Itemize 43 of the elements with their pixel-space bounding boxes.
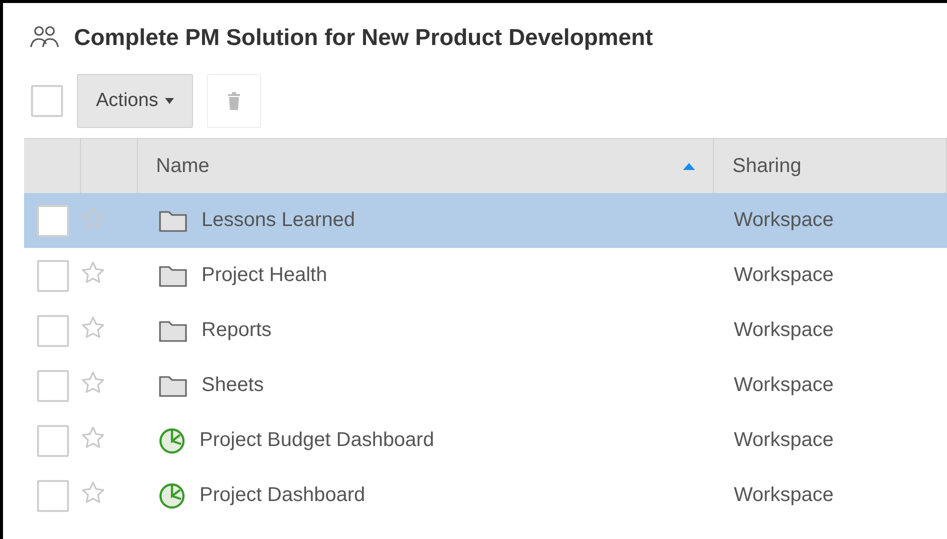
item-name[interactable]: Sheets — [202, 374, 264, 397]
star-icon[interactable] — [80, 316, 104, 340]
sharing-cell: Workspace — [734, 429, 834, 451]
item-name[interactable]: Reports — [202, 319, 272, 342]
table-row[interactable]: Project Dashboard Workspace — [24, 468, 946, 523]
item-name[interactable]: Project Health — [202, 264, 328, 287]
folder-icon — [158, 374, 188, 398]
star-icon[interactable] — [80, 426, 104, 450]
item-name[interactable]: Project Dashboard — [200, 484, 366, 507]
star-icon[interactable] — [80, 370, 104, 394]
star-icon[interactable] — [80, 206, 104, 230]
sharing-cell: Workspace — [734, 484, 834, 506]
workspace-title: Complete PM Solution for New Product Development — [74, 24, 653, 50]
table-row[interactable]: Project Budget Dashboard Workspace — [24, 413, 946, 468]
row-checkbox[interactable] — [37, 260, 69, 292]
actions-button[interactable]: Actions — [77, 74, 194, 128]
item-name[interactable]: Lessons Learned — [202, 209, 355, 232]
item-name[interactable]: Project Budget Dashboard — [200, 429, 434, 452]
select-all-checkbox[interactable] — [31, 85, 63, 117]
star-icon[interactable] — [80, 260, 104, 284]
row-checkbox[interactable] — [37, 370, 69, 402]
sharing-cell: Workspace — [734, 374, 834, 396]
table-row[interactable]: Project Health Workspace — [24, 248, 946, 303]
pie-chart-icon — [158, 482, 186, 510]
caret-icon — [165, 98, 174, 104]
star-icon[interactable] — [80, 480, 104, 504]
pie-chart-icon — [158, 426, 186, 454]
table-row[interactable]: Reports Workspace — [24, 303, 946, 358]
row-checkbox[interactable] — [37, 204, 69, 236]
people-icon — [30, 25, 60, 49]
folder-icon — [158, 318, 188, 342]
table-row[interactable]: Sheets Workspace — [24, 358, 946, 413]
trash-icon — [227, 92, 242, 110]
column-header[interactable]: Name — [138, 138, 714, 193]
sharing-cell: Workspace — [734, 264, 834, 286]
row-checkbox[interactable] — [37, 480, 69, 512]
sharing-cell: Workspace — [734, 319, 834, 341]
sharing-cell: Workspace — [734, 209, 834, 231]
folder-icon — [158, 208, 188, 232]
row-checkbox[interactable] — [37, 424, 69, 456]
folder-icon — [158, 264, 188, 288]
row-checkbox[interactable] — [37, 314, 69, 346]
column-header[interactable]: Sharing — [714, 138, 946, 193]
